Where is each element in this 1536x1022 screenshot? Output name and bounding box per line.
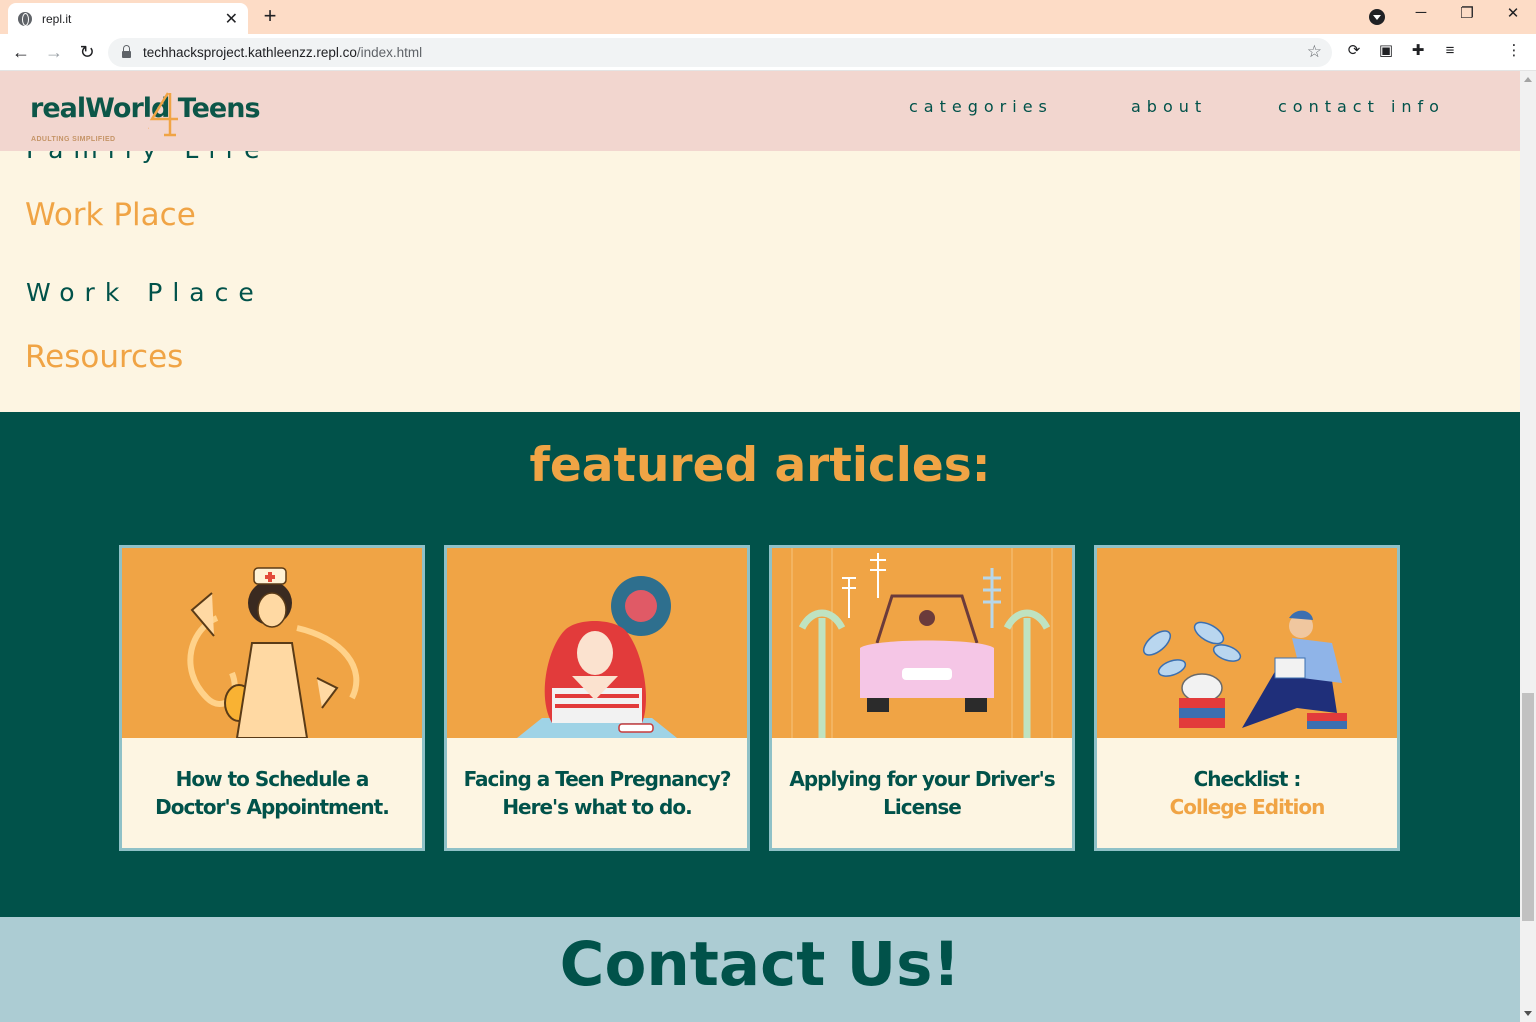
page-scrollbar[interactable] — [1520, 71, 1536, 1022]
logo-tagline: ADULTING SIMPLIFIED — [31, 136, 116, 143]
extensions-puzzle-icon[interactable]: ✚ — [1409, 42, 1427, 60]
picture-in-picture-icon[interactable]: ▣ — [1377, 42, 1395, 60]
article-title[interactable]: Applying for your Driver's License — [772, 738, 1072, 848]
scroll-up-arrow-icon[interactable] — [1524, 73, 1532, 82]
category-subheading-work-place: Work Place — [26, 278, 264, 307]
close-tab-icon[interactable]: ✕ — [225, 9, 238, 29]
featured-title: featured articles: — [529, 438, 991, 493]
browser-tab[interactable]: repl.it ✕ — [8, 3, 248, 34]
svg-text:4: 4 — [148, 128, 150, 130]
url-domain: techhacksproject.kathleenzz.repl.co — [143, 45, 357, 60]
featured-articles-section: featured articles: How to Schedule a Doc… — [0, 412, 1520, 917]
browser-tab-bar: repl.it ✕ + ─ ❐ ✕ — [0, 0, 1536, 34]
article-card-pregnancy[interactable]: Facing a Teen Pregnancy? Here's what to … — [444, 545, 750, 851]
tab-title: repl.it — [42, 11, 72, 26]
category-heading-resources[interactable]: Resources — [25, 339, 183, 375]
category-heading-work-place[interactable]: Work Place — [25, 197, 196, 233]
media-queue-icon[interactable]: ≡ — [1441, 42, 1459, 60]
reload-button[interactable]: ↻ — [76, 41, 98, 63]
extension-sync-icon[interactable]: ⟳ — [1345, 42, 1363, 60]
article-title[interactable]: Facing a Teen Pregnancy? Here's what to … — [447, 738, 747, 848]
forward-button[interactable]: → — [43, 41, 65, 63]
article-card-doctor[interactable]: How to Schedule a Doctor's Appointment. — [119, 545, 425, 851]
globe-icon — [18, 11, 32, 26]
article-title[interactable]: How to Schedule a Doctor's Appointment. — [122, 738, 422, 848]
browser-menu-icon[interactable]: ⋮ — [1505, 42, 1523, 60]
article-card-drivers-license[interactable]: Applying for your Driver's License — [769, 545, 1075, 851]
nurse-illustration — [122, 548, 422, 738]
logo-four-mark: 4 — [148, 92, 178, 137]
new-tab-button[interactable]: + — [258, 4, 282, 28]
car-illustration — [772, 548, 1072, 738]
back-button[interactable]: ← — [10, 41, 32, 63]
nav-contact-info[interactable]: contact info — [1278, 97, 1445, 116]
pregnancy-illustration — [447, 548, 747, 738]
bookmark-star-icon[interactable]: ☆ — [1307, 42, 1322, 62]
student-reading-illustration — [1097, 548, 1397, 738]
scrollbar-thumb[interactable] — [1522, 693, 1534, 921]
article-title[interactable]: Checklist : College Edition — [1097, 738, 1397, 848]
nav-about[interactable]: about — [1131, 97, 1207, 116]
lock-icon[interactable] — [122, 45, 131, 58]
nav-categories[interactable]: categories — [909, 97, 1053, 116]
close-window-button[interactable]: ✕ — [1498, 4, 1528, 22]
minimize-button[interactable]: ─ — [1406, 4, 1436, 21]
restore-button[interactable]: ❐ — [1452, 4, 1482, 22]
url-path: /index.html — [356, 45, 423, 60]
contact-title: Contact Us! — [559, 929, 961, 1000]
site-header: realWorld Teens 4 ADULTING SIMPLIFIED ca… — [0, 71, 1520, 151]
contact-section: Contact Us! — [0, 917, 1520, 1022]
page-viewport: Family Life Work Place Work Place Resour… — [0, 71, 1520, 1022]
article-card-college-checklist[interactable]: Checklist : College Edition — [1094, 545, 1400, 851]
browser-toolbar: ← → ↻ techhacksproject.kathleenzz.repl.c… — [0, 34, 1536, 71]
profile-menu-icon[interactable] — [1369, 9, 1385, 25]
scroll-down-arrow-icon[interactable] — [1524, 1011, 1532, 1020]
address-bar[interactable]: techhacksproject.kathleenzz.repl.co/inde… — [108, 38, 1332, 67]
